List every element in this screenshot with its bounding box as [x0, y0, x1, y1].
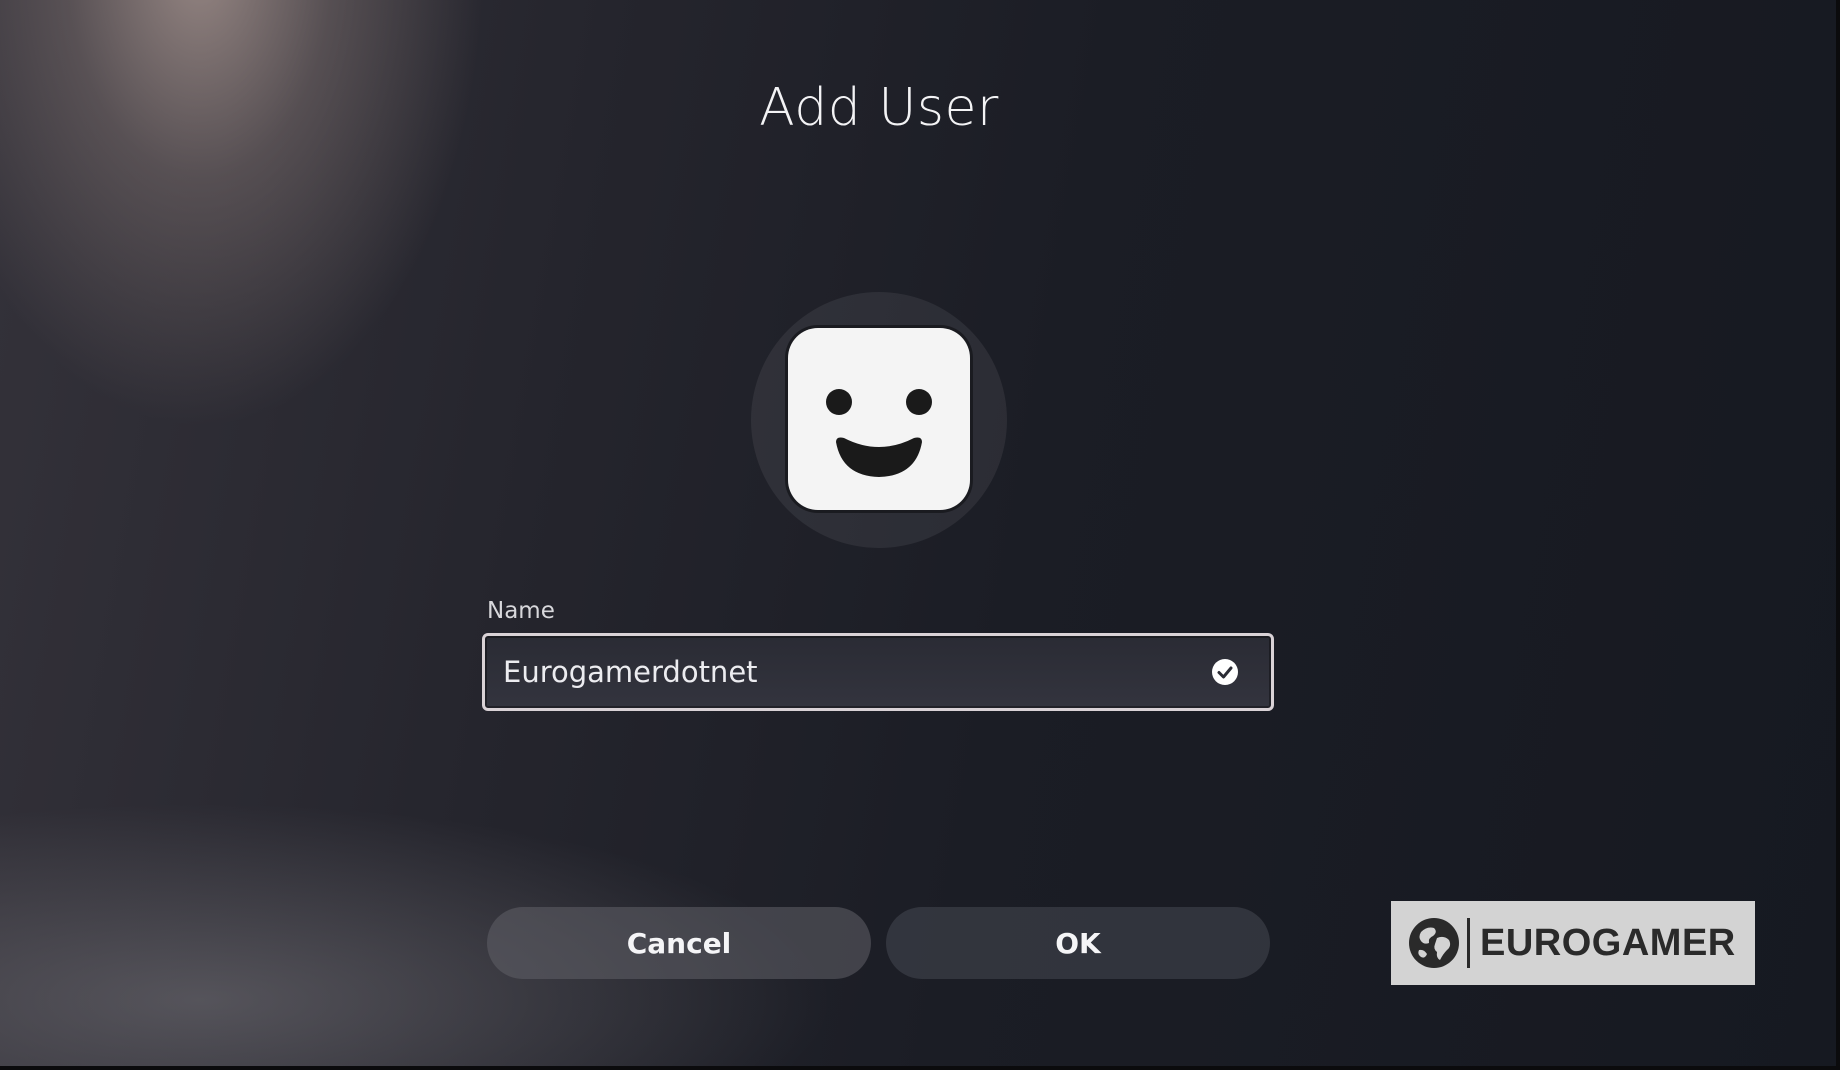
watermark-divider — [1467, 918, 1470, 968]
avatar[interactable] — [788, 328, 970, 510]
name-field[interactable] — [482, 633, 1274, 711]
ok-button[interactable]: OK — [886, 907, 1270, 979]
page-title: Add User — [759, 78, 999, 138]
globe-icon — [1409, 918, 1459, 968]
bottom-edge — [0, 1066, 1840, 1070]
cancel-button[interactable]: Cancel — [487, 907, 871, 979]
eurogamer-watermark: EUROGAMER — [1391, 901, 1755, 985]
right-edge — [1836, 0, 1840, 1070]
name-label: Name — [487, 598, 555, 624]
cancel-button-label: Cancel — [626, 926, 732, 960]
check-circle-icon — [1212, 659, 1238, 685]
smiley-face-icon — [826, 389, 932, 477]
name-input[interactable] — [503, 636, 1183, 708]
watermark-brand: EUROGAMER — [1480, 921, 1736, 964]
ok-button-label: OK — [1055, 926, 1101, 960]
